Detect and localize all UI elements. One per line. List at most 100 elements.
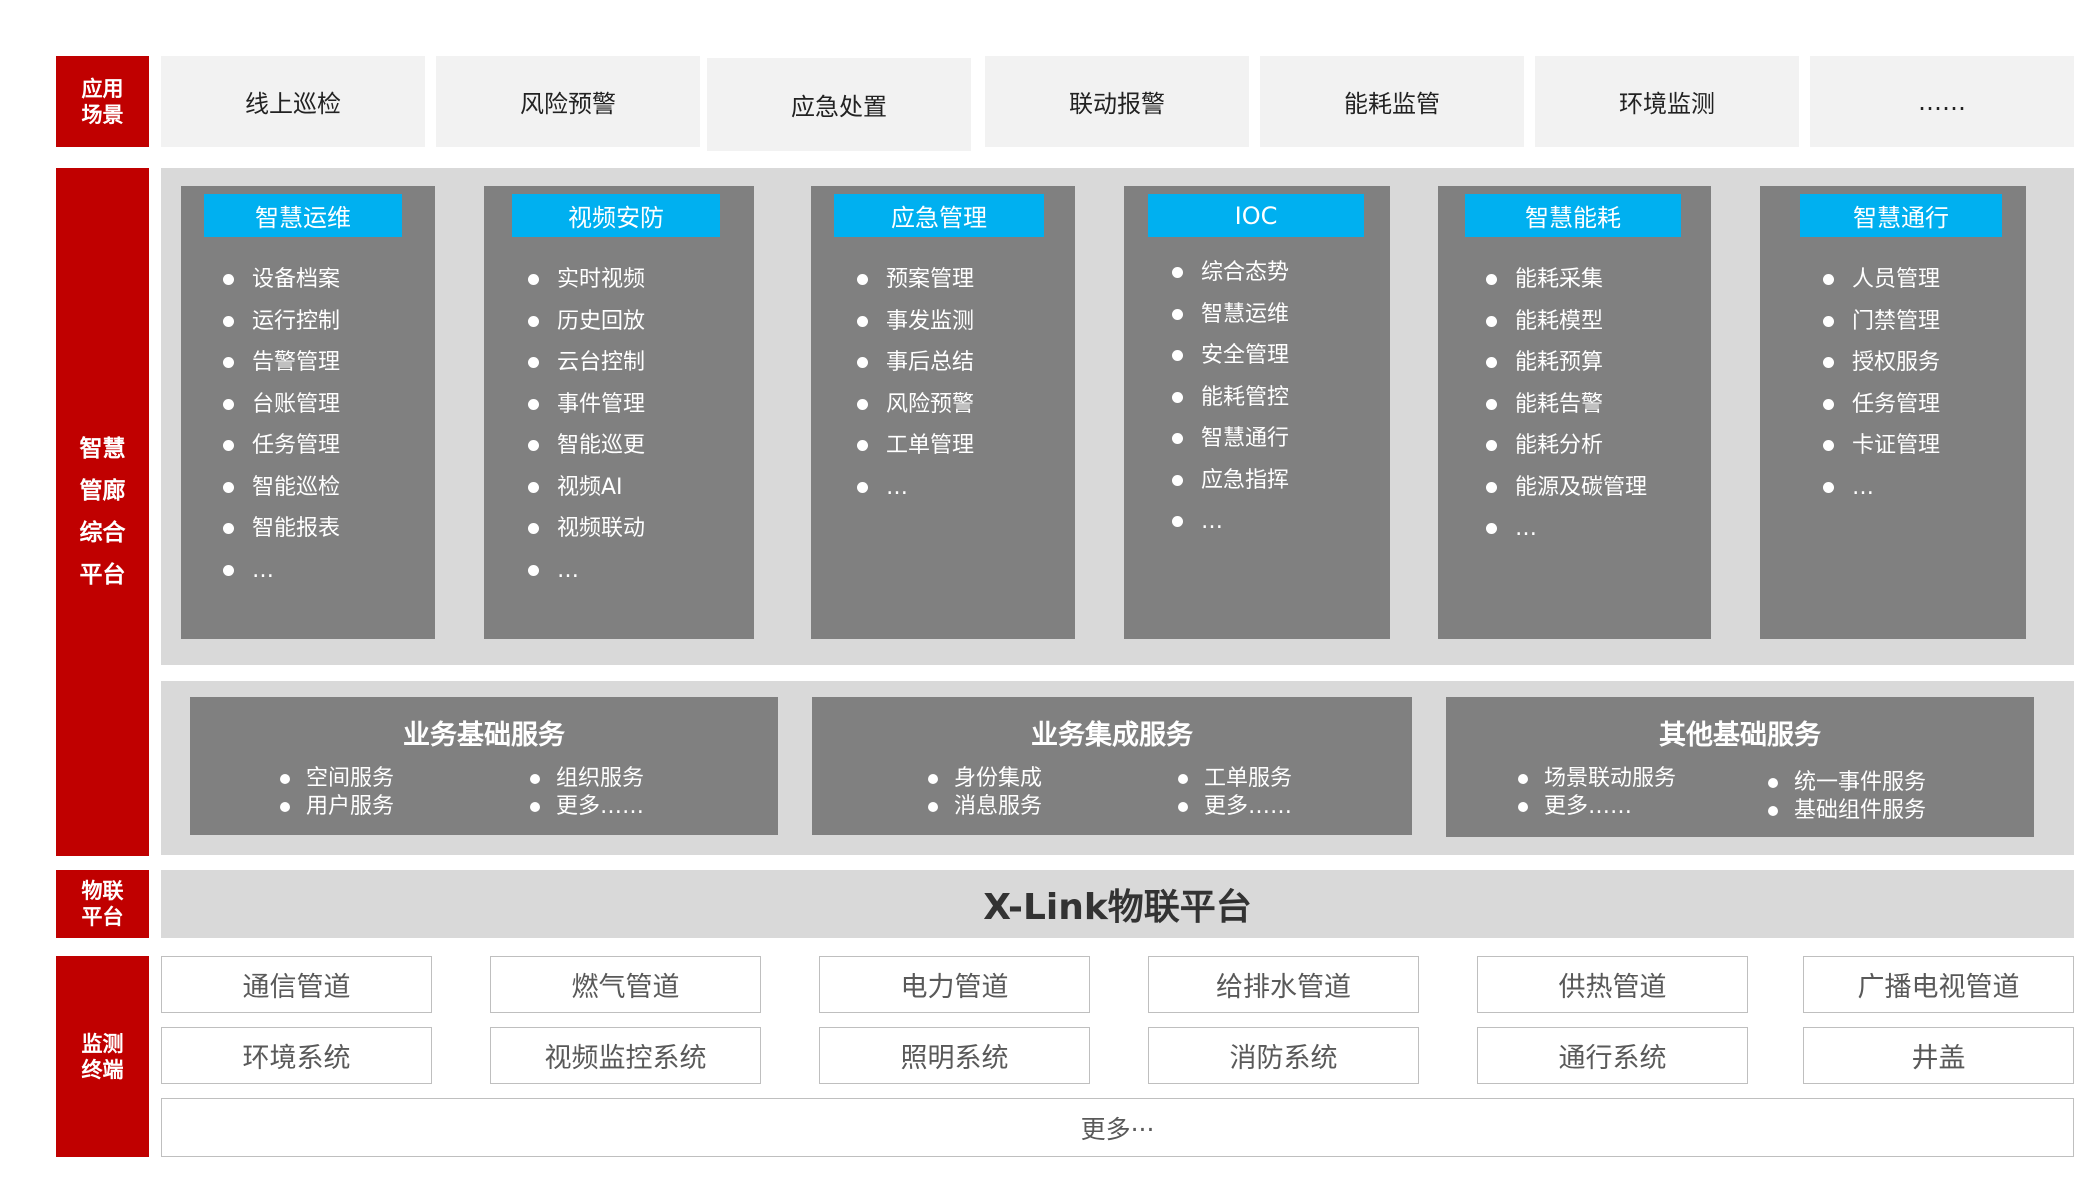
service-item[interactable]: 用户服务 — [280, 793, 394, 821]
service-item[interactable]: 场景联动服务 — [1518, 765, 1676, 793]
module-item[interactable]: 智能巡更 — [528, 425, 645, 467]
module-item[interactable]: 安全管理 — [1172, 335, 1289, 377]
terminal-item[interactable]: 通信管道 — [161, 956, 432, 1013]
service-other-basic[interactable]: 其他基础服务 场景联动服务 更多…… 统一事件服务 基础组件服务 — [1446, 697, 2034, 837]
module-item[interactable]: 能耗管控 — [1172, 377, 1289, 419]
module-item[interactable]: 能耗告警 — [1486, 384, 1647, 426]
module-item[interactable]: 智能报表 — [223, 508, 340, 550]
module-item-list: 人员管理 门禁管理 授权服务 任务管理 卡证管理 … — [1823, 259, 1940, 508]
service-item[interactable]: 更多…… — [1178, 793, 1292, 821]
scenario-item[interactable]: 线上巡检 — [161, 56, 425, 147]
module-item[interactable]: 事发监测 — [857, 301, 974, 343]
module-item[interactable]: 设备档案 — [223, 259, 340, 301]
bullet-icon — [528, 523, 539, 535]
bullet-icon — [857, 398, 868, 410]
terminal-item[interactable]: 井盖 — [1803, 1027, 2074, 1084]
service-business-basic[interactable]: 业务基础服务 空间服务 用户服务 组织服务 更多…… — [190, 697, 778, 835]
service-item[interactable]: 空间服务 — [280, 765, 394, 793]
scenario-item[interactable]: 联动报警 — [985, 56, 1249, 147]
module-item[interactable]: 事件管理 — [528, 384, 645, 426]
service-item[interactable]: 更多…… — [1518, 793, 1676, 821]
terminal-item[interactable]: 给排水管道 — [1148, 956, 1419, 1013]
terminal-item[interactable]: 照明系统 — [819, 1027, 1090, 1084]
module-item[interactable]: 授权服务 — [1823, 342, 1940, 384]
module-item[interactable]: 运行控制 — [223, 301, 340, 343]
module-item[interactable]: 能源及碳管理 — [1486, 467, 1647, 509]
service-item[interactable]: 更多…… — [530, 793, 644, 821]
module-item[interactable]: 告警管理 — [223, 342, 340, 384]
terminal-item[interactable]: 视频监控系统 — [490, 1027, 761, 1084]
terminal-item[interactable]: 通行系统 — [1477, 1027, 1748, 1084]
module-item[interactable]: 任务管理 — [1823, 384, 1940, 426]
bullet-icon — [223, 523, 234, 535]
service-item[interactable]: 组织服务 — [530, 765, 644, 793]
module-item[interactable]: 任务管理 — [223, 425, 340, 467]
service-item[interactable]: 统一事件服务 — [1768, 769, 1926, 797]
module-smart-access[interactable]: 智慧通行 人员管理 门禁管理 授权服务 任务管理 卡证管理 … — [1760, 186, 2026, 639]
iot-platform-bar[interactable]: X-Link物联平台 — [161, 870, 2074, 938]
scenario-item[interactable]: 应急处置 — [707, 58, 971, 151]
bullet-icon — [1518, 802, 1528, 812]
module-item[interactable]: 能耗分析 — [1486, 425, 1647, 467]
module-item[interactable]: 视频联动 — [528, 508, 645, 550]
service-item[interactable]: 工单服务 — [1178, 765, 1292, 793]
terminal-item[interactable]: 供热管道 — [1477, 956, 1748, 1013]
module-item[interactable]: … — [528, 550, 645, 592]
module-item[interactable]: … — [1823, 467, 1940, 509]
scenario-item[interactable]: 风险预警 — [436, 56, 700, 147]
module-item[interactable]: 能耗预算 — [1486, 342, 1647, 384]
module-item[interactable]: 工单管理 — [857, 425, 974, 467]
module-item[interactable]: 能耗采集 — [1486, 259, 1647, 301]
module-item[interactable]: … — [223, 550, 340, 592]
module-emergency[interactable]: 应急管理 预案管理 事发监测 事后总结 风险预警 工单管理 … — [811, 186, 1075, 639]
module-item[interactable]: 云台控制 — [528, 342, 645, 384]
module-item[interactable]: 人员管理 — [1823, 259, 1940, 301]
module-video-security[interactable]: 视频安防 实时视频 历史回放 云台控制 事件管理 智能巡更 视频AI 视频联动 … — [484, 186, 754, 639]
scenario-item[interactable]: …… — [1810, 56, 2074, 147]
terminal-item[interactable]: 电力管道 — [819, 956, 1090, 1013]
terminal-item[interactable]: 广播电视管道 — [1803, 956, 2074, 1013]
bullet-icon — [1486, 523, 1497, 535]
service-business-integration[interactable]: 业务集成服务 身份集成 消息服务 工单服务 更多…… — [812, 697, 1412, 835]
module-item[interactable]: 历史回放 — [528, 301, 645, 343]
module-item[interactable]: 风险预警 — [857, 384, 974, 426]
module-smart-energy[interactable]: 智慧能耗 能耗采集 能耗模型 能耗预算 能耗告警 能耗分析 能源及碳管理 … — [1438, 186, 1711, 639]
module-item[interactable]: 应急指挥 — [1172, 460, 1289, 502]
bullet-icon — [1768, 778, 1778, 788]
module-item[interactable]: 视频AI — [528, 467, 645, 509]
scenario-item[interactable]: 环境监测 — [1535, 56, 1799, 147]
module-item[interactable]: 综合态势 — [1172, 252, 1289, 294]
module-item[interactable]: 台账管理 — [223, 384, 340, 426]
service-item[interactable]: 身份集成 — [928, 765, 1042, 793]
bullet-icon — [530, 802, 540, 812]
label-terminals: 监测 终端 — [56, 956, 149, 1157]
label-scenarios: 应用 场景 — [56, 56, 149, 147]
module-item[interactable]: … — [1486, 508, 1647, 550]
terminal-item[interactable]: 燃气管道 — [490, 956, 761, 1013]
bullet-icon — [1486, 440, 1497, 452]
terminal-item[interactable]: 消防系统 — [1148, 1027, 1419, 1084]
service-item[interactable]: 基础组件服务 — [1768, 797, 1926, 825]
module-item[interactable]: 门禁管理 — [1823, 301, 1940, 343]
terminal-more[interactable]: 更多··· — [161, 1098, 2074, 1157]
scenario-item[interactable]: 能耗监管 — [1260, 56, 1524, 147]
module-item[interactable]: … — [857, 467, 974, 509]
terminal-item[interactable]: 环境系统 — [161, 1027, 432, 1084]
module-item[interactable]: 智慧通行 — [1172, 418, 1289, 460]
module-ioc[interactable]: IOC 综合态势 智慧运维 安全管理 能耗管控 智慧通行 应急指挥 … — [1124, 186, 1390, 639]
module-item[interactable]: 预案管理 — [857, 259, 974, 301]
module-item[interactable]: 智慧运维 — [1172, 294, 1289, 336]
module-smart-ops[interactable]: 智慧运维 设备档案 运行控制 告警管理 台账管理 任务管理 智能巡检 智能报表 … — [181, 186, 435, 639]
module-item[interactable]: 卡证管理 — [1823, 425, 1940, 467]
service-col: 统一事件服务 基础组件服务 — [1768, 769, 1926, 825]
service-item[interactable]: 消息服务 — [928, 793, 1042, 821]
bullet-icon — [1768, 806, 1778, 816]
bullet-icon — [1172, 391, 1183, 403]
module-item[interactable]: 智能巡检 — [223, 467, 340, 509]
module-title: 视频安防 — [512, 194, 720, 237]
module-item[interactable]: 实时视频 — [528, 259, 645, 301]
bullet-icon — [280, 802, 290, 812]
module-item[interactable]: … — [1172, 501, 1289, 543]
module-item[interactable]: 事后总结 — [857, 342, 974, 384]
module-item[interactable]: 能耗模型 — [1486, 301, 1647, 343]
